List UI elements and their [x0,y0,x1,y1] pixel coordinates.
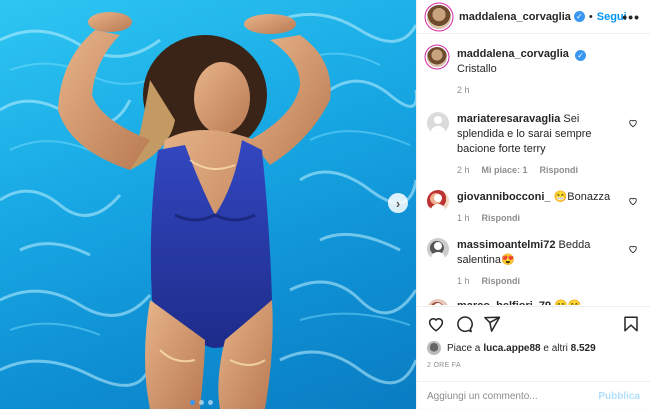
comment-username[interactable]: mariateresaravaglia [457,113,560,125]
caption: maddalena_corvaglia ✓ Cristallo 2 h [427,47,640,98]
comment-text: 😁😁 [554,300,581,305]
add-comment-bar: Pubblica [417,381,650,410]
comment-time: 2 h [457,165,470,175]
post-image[interactable]: › [0,0,416,409]
comment-text: 😁Bonazza [553,191,611,203]
publish-button[interactable]: Pubblica [598,391,640,402]
heart-icon[interactable] [628,196,638,206]
comment: mariateresaravaglia Sei splendida e lo s… [427,112,640,178]
comment-meta: 1 h Rispondi [457,211,617,226]
share-icon[interactable] [483,315,501,333]
carousel-dot-active [190,400,195,405]
comment-username[interactable]: massimoantelmi72 [457,239,555,251]
avatar[interactable] [427,190,449,212]
heart-icon[interactable] [628,118,638,128]
caption-username[interactable]: maddalena_corvaglia [457,48,569,60]
comment-username[interactable]: giovannibocconi_ [457,191,551,203]
reply-button[interactable]: Rispondi [482,211,521,226]
post-actions: Piace a luca.appe88 e altri 8.529 2 ORE … [417,306,650,409]
likes-prefix: Piace a [447,342,481,354]
post-timestamp[interactable]: 2 ORE FA [427,362,461,369]
carousel-dots [190,400,213,405]
avatar[interactable] [427,4,451,29]
header-username[interactable]: maddalena_corvaglia [459,11,571,23]
bookmark-icon[interactable] [622,315,640,333]
action-icons [427,315,501,333]
heart-icon[interactable] [427,315,445,333]
reply-button[interactable]: Rispondi [482,274,521,289]
avatar [427,341,441,355]
avatar[interactable] [427,47,447,67]
carousel-dot [199,400,204,405]
comment-meta: 1 h Rispondi [457,274,617,289]
caption-time: 2 h [457,85,470,95]
next-arrow-icon[interactable]: › [388,193,408,213]
pool-photo [0,12,416,409]
comment-meta: 2 h Mi piace: 1 Rispondi [457,163,617,178]
likes-middle: e altri [540,342,571,354]
heart-icon[interactable] [628,244,638,254]
comment-likes-count[interactable]: Mi piace: 1 [482,163,528,178]
comment-time: 1 h [457,213,470,223]
comment: marco_belfiori_79 😁😁 [427,299,640,305]
comment-input[interactable] [427,390,599,402]
separator-dot: • [588,10,593,23]
comment-username[interactable]: marco_belfiori_79 [457,300,551,305]
carousel-dot [208,400,213,405]
verified-badge-icon: ✓ [574,50,586,61]
avatar[interactable] [427,299,449,305]
comment-time: 1 h [457,276,470,286]
avatar[interactable] [427,112,449,134]
avatar[interactable] [427,238,449,260]
likes-count[interactable]: 8.529 [571,343,596,354]
comment-icon[interactable] [455,315,473,333]
caption-text: Cristallo [457,63,497,75]
comments-list[interactable]: maddalena_corvaglia ✓ Cristallo 2 h mari… [417,35,650,305]
more-options-icon[interactable]: ••• [622,9,640,25]
likes-summary[interactable]: Piace a luca.appe88 e altri 8.529 [427,341,596,355]
comment: massimoantelmi72 Bedda salentina😍 1 h Ri… [427,238,640,289]
caption-meta: 2 h [457,83,617,98]
instagram-post: › maddalena_corvaglia ✓ • Segui ••• madd… [0,0,650,409]
verified-badge-icon: ✓ [573,11,585,22]
reply-button[interactable]: Rispondi [540,163,579,178]
comment: giovannibocconi_ 😁Bonazza 1 h Rispondi [427,190,640,226]
post-sidebar: maddalena_corvaglia ✓ • Segui ••• maddal… [416,0,650,409]
post-header: maddalena_corvaglia ✓ • Segui ••• [417,0,650,34]
likes-user[interactable]: luca.appe88 [483,343,540,354]
